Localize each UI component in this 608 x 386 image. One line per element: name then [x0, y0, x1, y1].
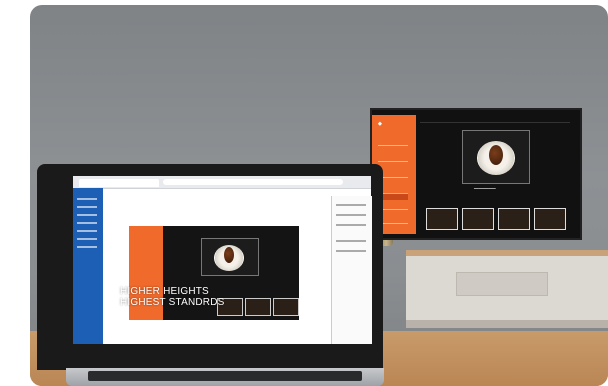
app-sidebar	[73, 188, 103, 344]
tv-logo-icon: ◆	[378, 121, 382, 127]
laptop-keyboard-deck	[66, 368, 384, 386]
panel-row[interactable]	[336, 204, 366, 206]
sidebar-item[interactable]	[77, 222, 97, 224]
tv-hero-dish-image	[462, 130, 530, 184]
sidebar-item[interactable]	[77, 198, 97, 200]
sidebar-item[interactable]	[77, 238, 97, 240]
preview-hero-dish	[201, 238, 259, 276]
tv-menu-item	[378, 145, 408, 152]
laptop-icon	[37, 164, 383, 370]
tv-dish-thumbnail	[534, 208, 566, 230]
dish-food	[224, 247, 234, 263]
tv-dish-thumbnail	[498, 208, 530, 230]
panel-row[interactable]	[336, 214, 366, 216]
sidebar-item[interactable]	[77, 206, 97, 208]
tv-dish-caption: ━━━━━━━━━	[474, 186, 496, 191]
tagline-line-2: HIGHEST STANDRDS	[120, 297, 225, 308]
cabinet-base	[406, 320, 608, 328]
sidebar-item[interactable]	[77, 246, 97, 248]
laptop-screen	[73, 176, 372, 344]
tagline-overlay: HIGHER HEIGHTS HIGHEST STANDRDS	[120, 286, 225, 308]
preview-thumbnail	[245, 298, 271, 316]
sidebar-item[interactable]	[77, 214, 97, 216]
tv-dish-thumbnail	[462, 208, 494, 230]
tv-dish-thumbnail	[426, 208, 458, 230]
dish-food	[489, 145, 503, 165]
tv-top-bar	[420, 118, 570, 123]
address-bar[interactable]	[163, 179, 343, 185]
browser-chrome	[73, 176, 371, 189]
keyboard-keys	[88, 371, 362, 381]
properties-panel	[331, 196, 372, 344]
tv-menu-item	[378, 161, 408, 168]
preview-thumbnail	[273, 298, 299, 316]
tagline-line-1: HIGHER HEIGHTS	[120, 286, 209, 297]
browser-tab[interactable]	[79, 179, 159, 187]
sidebar-item[interactable]	[77, 230, 97, 232]
wall-tv-display: ◆ ━━━━━━━━━	[370, 108, 582, 240]
tv-console-cabinet	[406, 250, 608, 328]
panel-row[interactable]	[336, 250, 366, 252]
panel-row[interactable]	[336, 240, 366, 242]
cabinet-drawer	[456, 272, 548, 296]
panel-row[interactable]	[336, 224, 366, 226]
